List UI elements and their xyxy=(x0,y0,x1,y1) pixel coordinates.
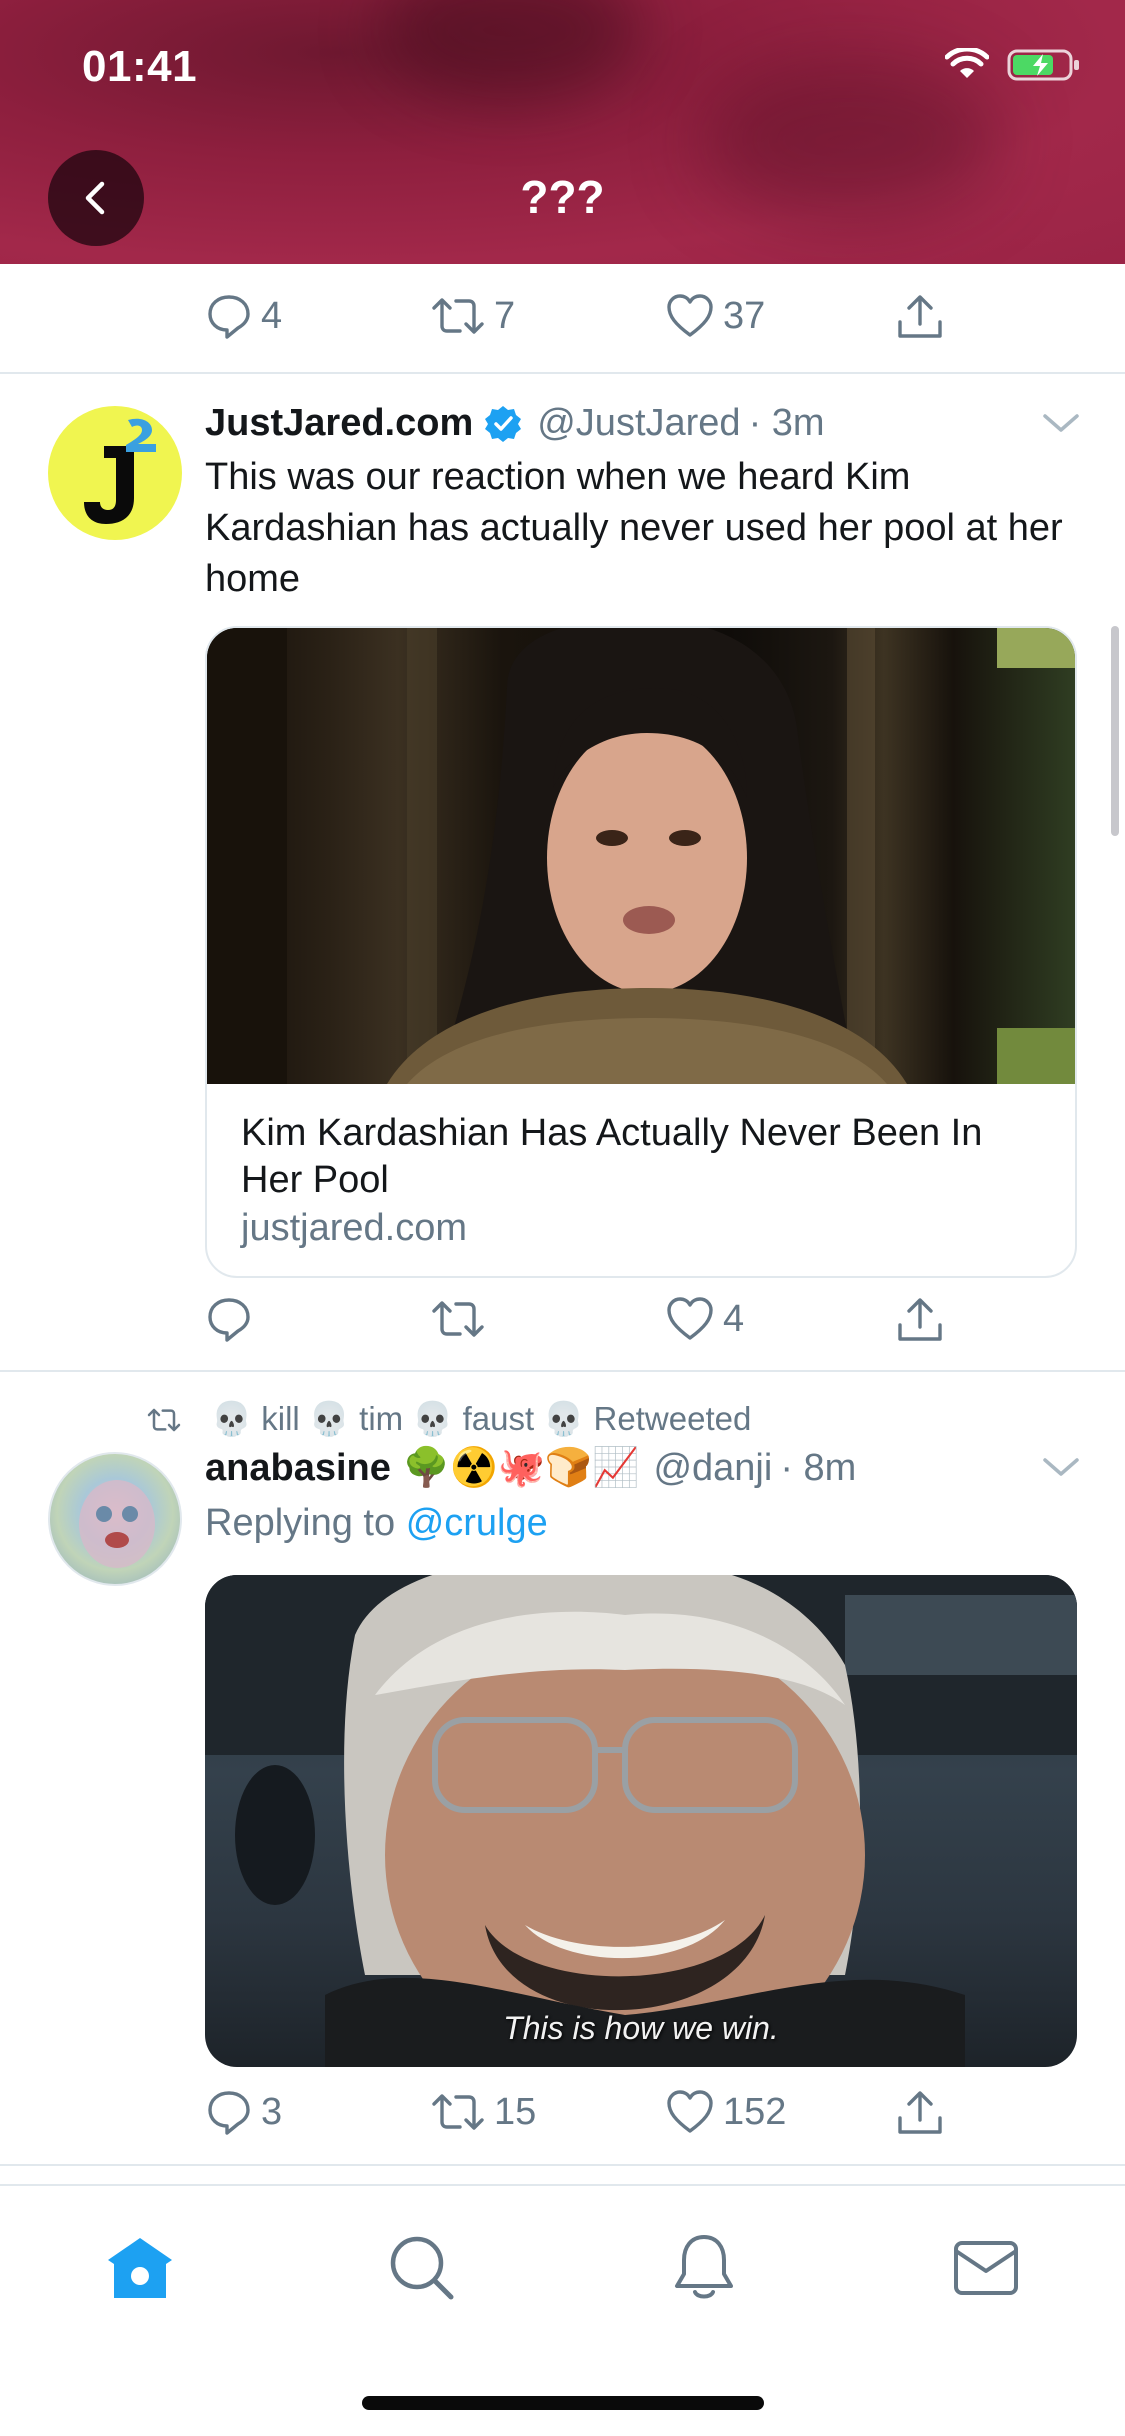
retweet-icon xyxy=(147,1408,181,1431)
verified-badge-icon xyxy=(485,405,522,442)
reply-icon xyxy=(208,1298,250,1342)
share-icon xyxy=(898,1298,942,1341)
avatar[interactable] xyxy=(48,406,182,540)
name-emoji: 🌳☢️🐙🍞📈 xyxy=(402,1447,640,1489)
like-button[interactable]: 4 xyxy=(665,1295,744,1343)
tab-notifications[interactable] xyxy=(664,2228,744,2308)
battery-icon xyxy=(1007,49,1079,81)
media-caption: This is how we win. xyxy=(503,2010,779,2046)
home-icon xyxy=(108,2238,172,2298)
reply-mention-link[interactable]: @crulge xyxy=(406,1502,548,1544)
like-button[interactable]: 37 xyxy=(665,292,765,340)
wifi-icon xyxy=(945,48,989,78)
share-icon xyxy=(898,2091,942,2134)
divider xyxy=(0,2164,1125,2166)
retweet-count: 15 xyxy=(494,2090,537,2133)
card-photo xyxy=(207,628,1075,1084)
reply-icon xyxy=(208,2091,250,2135)
media-gif[interactable]: This is how we win. xyxy=(205,1575,1077,2067)
justjared-logo-icon xyxy=(84,418,156,524)
retweeted-by: 💀 kill 💀 tim 💀 faust 💀 Retweeted xyxy=(145,1400,751,1439)
media-image xyxy=(205,1575,1077,2067)
replying-to: Replying to @crulge xyxy=(205,1498,1085,1549)
chevron-down-icon[interactable] xyxy=(1041,408,1081,438)
reply-count: 4 xyxy=(261,294,283,337)
divider xyxy=(0,1370,1125,1372)
card-domain: justjared.com xyxy=(241,1207,467,1249)
tweet-header: JustJared.com @JustJared · 3m xyxy=(205,402,825,445)
card-image xyxy=(207,628,1075,1084)
heart-icon xyxy=(667,2090,713,2133)
retweet-icon xyxy=(432,1301,484,1337)
divider xyxy=(0,372,1125,374)
replying-prefix: Replying to xyxy=(205,1502,396,1544)
tweet-header: anabasine 🌳☢️🐙🍞📈 @danji · 8m xyxy=(205,1446,856,1490)
like-count: 37 xyxy=(723,294,766,337)
share-button[interactable] xyxy=(895,2088,945,2138)
home-indicator[interactable] xyxy=(362,2396,764,2410)
retweet-button[interactable] xyxy=(430,1295,494,1343)
bell-icon xyxy=(675,2235,733,2299)
like-count: 4 xyxy=(723,1297,745,1340)
avatar-art xyxy=(79,1480,155,1568)
reply-count: 3 xyxy=(261,2090,283,2133)
handle[interactable]: @danji xyxy=(653,1447,772,1490)
page-title: ??? xyxy=(520,171,605,223)
tab-home[interactable] xyxy=(100,2228,180,2308)
mail-icon xyxy=(954,2241,1018,2295)
display-name[interactable]: anabasine xyxy=(205,1447,391,1490)
retweet-icon xyxy=(432,2094,484,2130)
profile-header: 01:41 ??? xyxy=(0,0,1125,264)
timestamp: · 8m xyxy=(780,1446,857,1489)
scrollbar[interactable] xyxy=(1111,626,1119,836)
reply-button[interactable]: 3 xyxy=(205,2088,282,2136)
status-icons xyxy=(945,48,1081,82)
tab-messages[interactable] xyxy=(946,2228,1026,2308)
share-button[interactable] xyxy=(895,292,945,342)
display-name[interactable]: JustJared.com xyxy=(205,402,473,445)
timestamp: · 3m xyxy=(748,402,825,444)
retweeted-by-text[interactable]: 💀 kill 💀 tim 💀 faust 💀 Retweeted xyxy=(211,1400,751,1439)
like-count: 152 xyxy=(723,2090,787,2133)
retweet-button[interactable]: 7 xyxy=(430,292,515,340)
header-backdrop-shape xyxy=(380,0,640,100)
link-card[interactable]: Kim Kardashian Has Actually Never Been I… xyxy=(205,626,1077,1278)
retweet-icon xyxy=(432,298,484,334)
reply-button[interactable]: 4 xyxy=(205,292,282,340)
reply-button[interactable] xyxy=(205,1295,261,1343)
reply-icon xyxy=(208,295,250,339)
tweet-text: This was our reaction when we heard Kim … xyxy=(205,456,1063,600)
heart-icon xyxy=(667,294,713,337)
share-icon xyxy=(898,295,942,338)
avatar[interactable] xyxy=(48,1452,182,1586)
like-button[interactable]: 152 xyxy=(665,2088,786,2136)
tab-search[interactable] xyxy=(382,2228,462,2308)
chevron-down-icon[interactable] xyxy=(1041,1452,1081,1482)
share-button[interactable] xyxy=(895,1295,945,1345)
card-title: Kim Kardashian Has Actually Never Been I… xyxy=(241,1112,983,1201)
status-time: 01:41 xyxy=(82,42,198,91)
search-icon xyxy=(390,2236,454,2300)
heart-icon xyxy=(667,1297,713,1340)
retweet-button[interactable]: 15 xyxy=(430,2088,536,2136)
handle[interactable]: @JustJared xyxy=(537,402,740,445)
retweet-count: 7 xyxy=(494,294,516,337)
